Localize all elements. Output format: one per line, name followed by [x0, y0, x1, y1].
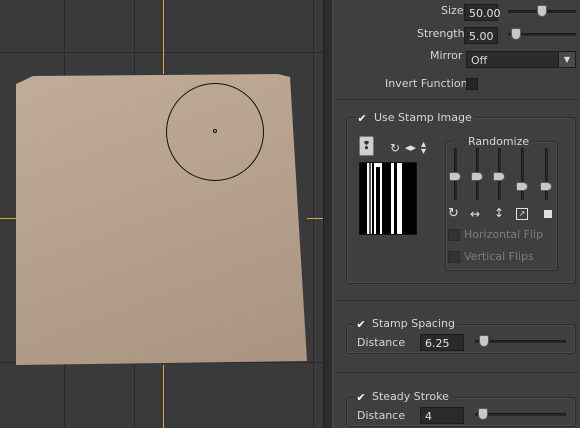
brush-cursor-center — [213, 129, 217, 133]
flip-vertical-icon[interactable]: ▴ ▾ — [421, 140, 426, 157]
random-rotation-slider-thumb[interactable] — [449, 171, 461, 181]
panel-splitter[interactable] — [323, 0, 333, 428]
strength-field[interactable]: 5.00 — [464, 27, 498, 44]
steady-stroke-distance-field[interactable]: 4 — [420, 407, 464, 424]
random-strength-slider[interactable] — [545, 148, 548, 200]
grid-line — [313, 0, 314, 428]
brush-type-icon[interactable]: ❢ — [359, 136, 374, 156]
strength-slider-thumb[interactable] — [510, 28, 521, 40]
stamp-spacing-label: Stamp Spacing — [369, 317, 458, 330]
flip-horizontal-icon[interactable]: ◂▸ — [405, 142, 416, 154]
grid-axis-line — [163, 0, 164, 74]
square-icon[interactable] — [544, 210, 552, 218]
rotate-icon[interactable]: ↻ — [390, 142, 400, 154]
divider — [337, 300, 578, 301]
horizontal-arrows-icon[interactable]: ↔ — [470, 208, 480, 220]
chevron-down-icon[interactable]: ▼ — [558, 52, 575, 67]
size-field[interactable]: 50.00 — [464, 4, 501, 21]
resize-icon[interactable]: ↗ — [516, 208, 528, 220]
random-scale-x-slider-thumb[interactable] — [471, 171, 483, 181]
vertical-flips-label: Vertical Flips — [464, 250, 534, 263]
vertical-arrows-icon[interactable]: ↕ — [494, 207, 504, 219]
stamp-spacing-checkbox[interactable]: ✔ — [355, 318, 367, 330]
horizontal-flip-checkbox[interactable] — [448, 229, 460, 241]
rotate-icon[interactable]: ↻ — [448, 207, 459, 220]
stamp-image-preview[interactable] — [359, 162, 417, 235]
steady-stroke-distance-slider[interactable] — [475, 413, 566, 416]
mirror-label: Mirror — [430, 49, 463, 62]
stamp-spacing-distance-slider-thumb[interactable] — [479, 335, 490, 347]
vertical-flips-checkbox[interactable] — [448, 251, 460, 263]
random-resize-slider[interactable] — [521, 148, 524, 200]
invert-function-checkbox[interactable] — [466, 78, 478, 90]
steady-stroke-distance-label: Distance — [357, 409, 406, 422]
stamp-spacing-distance-field[interactable]: 6.25 — [420, 334, 464, 351]
stamp-spacing-distance-label: Distance — [357, 336, 406, 349]
use-stamp-image-checkbox[interactable]: ✔ — [356, 112, 368, 124]
use-stamp-image-label: Use Stamp Image — [371, 111, 475, 124]
mirror-select[interactable]: Off ▼ — [466, 51, 576, 68]
divider — [337, 372, 578, 373]
size-slider-thumb[interactable] — [537, 5, 547, 17]
mirror-select-value: Off — [471, 54, 488, 67]
random-resize-slider-thumb[interactable] — [516, 182, 528, 192]
viewport[interactable] — [0, 0, 323, 428]
steady-stroke-distance-slider-thumb[interactable] — [478, 408, 489, 420]
sculpt-mesh-plane[interactable] — [16, 74, 307, 365]
random-scale-y-slider-thumb[interactable] — [493, 171, 505, 181]
randomize-checkbox[interactable] — [453, 136, 465, 148]
grid-axis-line — [0, 218, 16, 219]
size-label: Size — [441, 4, 464, 17]
steady-stroke-checkbox[interactable]: ✔ — [355, 391, 367, 403]
grid-axis-line — [307, 218, 323, 219]
strength-label: Strength — [417, 27, 465, 40]
grid-line — [0, 52, 323, 53]
steady-stroke-label: Steady Stroke — [369, 390, 452, 403]
divider — [337, 99, 578, 100]
randomize-label: Randomize — [466, 135, 532, 148]
grid-axis-line — [163, 365, 164, 428]
stamp-pattern-image — [360, 163, 416, 234]
invert-function-label: Invert Function — [385, 77, 468, 90]
random-strength-slider-thumb[interactable] — [540, 182, 552, 192]
horizontal-flip-label: Horizontal Flip — [464, 228, 544, 241]
